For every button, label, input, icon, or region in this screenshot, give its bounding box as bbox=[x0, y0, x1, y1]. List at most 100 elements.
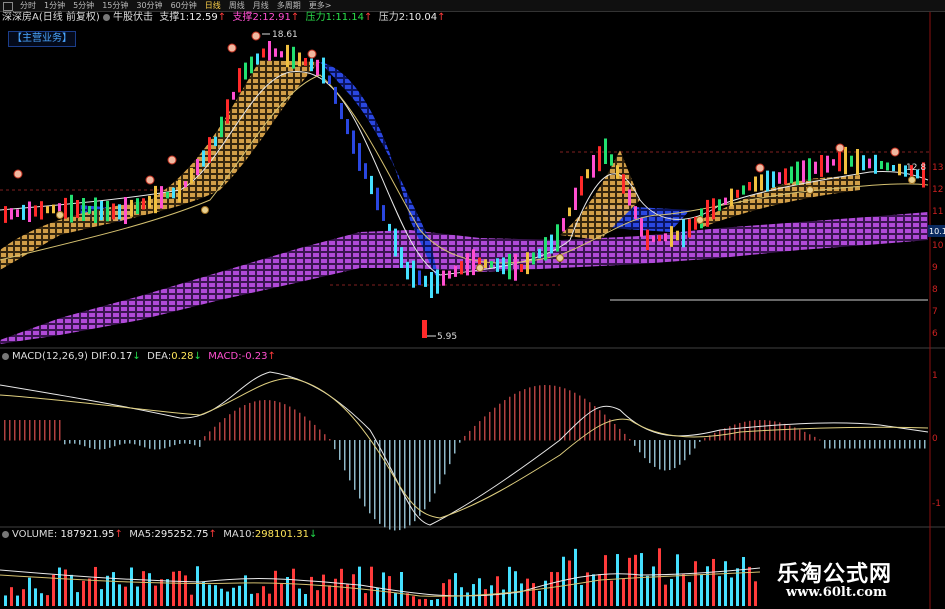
candle bbox=[202, 150, 205, 167]
macd-bar bbox=[234, 410, 236, 441]
volume-bar bbox=[592, 574, 595, 606]
candle bbox=[334, 86, 337, 104]
candle bbox=[802, 160, 805, 183]
candle bbox=[94, 197, 97, 223]
candle bbox=[724, 197, 727, 205]
macd-bar bbox=[839, 440, 841, 449]
macd-bar bbox=[179, 440, 181, 444]
candle bbox=[796, 161, 799, 185]
signal-marker-icon bbox=[835, 143, 845, 153]
macd-bar bbox=[834, 440, 836, 449]
dif-arrow-icon: ↓ bbox=[132, 351, 141, 362]
macd-bar bbox=[549, 385, 551, 441]
candle bbox=[118, 204, 121, 220]
macd-bar bbox=[589, 402, 591, 441]
volume-bar bbox=[550, 571, 553, 606]
macd-bar bbox=[669, 440, 671, 471]
macd-bar bbox=[679, 440, 681, 465]
macd-bar bbox=[654, 440, 656, 467]
macd-y-tick: -1 bbox=[932, 499, 941, 509]
candle bbox=[472, 249, 475, 276]
macd-bar bbox=[844, 440, 846, 449]
volume-bar bbox=[598, 574, 601, 606]
macd-bar bbox=[14, 420, 16, 441]
volume-dot-icon[interactable] bbox=[2, 531, 9, 538]
candle bbox=[424, 275, 427, 287]
volume-title[interactable]: VOLUME: bbox=[12, 529, 57, 540]
candle bbox=[484, 259, 487, 269]
macd-bar bbox=[814, 436, 816, 441]
macd-bar bbox=[424, 440, 426, 510]
macd-arrow-icon: ↑ bbox=[267, 351, 276, 362]
candle bbox=[124, 197, 127, 224]
volume-bar bbox=[196, 566, 199, 606]
signal-marker-icon bbox=[13, 169, 23, 179]
macd-bar bbox=[209, 431, 211, 441]
macd-title[interactable]: MACD(12,26,9) bbox=[12, 351, 88, 362]
macd-bar bbox=[484, 416, 486, 441]
candle bbox=[430, 272, 433, 298]
macd-bar bbox=[59, 420, 61, 441]
volume-bar bbox=[754, 581, 757, 606]
macd-bar bbox=[529, 387, 531, 441]
macd-bar bbox=[829, 440, 831, 449]
candle bbox=[28, 201, 31, 222]
volume-bar bbox=[304, 594, 307, 606]
macd-bar bbox=[464, 435, 466, 441]
macd-bar bbox=[279, 402, 281, 441]
volume-bar bbox=[82, 580, 85, 606]
volume-bar bbox=[676, 554, 679, 606]
volume-bar bbox=[106, 575, 109, 606]
candle bbox=[454, 265, 457, 277]
candle bbox=[220, 116, 223, 138]
candle bbox=[388, 223, 391, 231]
volume-bar bbox=[490, 585, 493, 606]
gold-ribbon-band bbox=[0, 60, 320, 270]
candle bbox=[346, 119, 349, 135]
macd-bar bbox=[284, 404, 286, 441]
volume-bar bbox=[418, 599, 421, 606]
macd-bar bbox=[509, 396, 511, 441]
volume-bar bbox=[454, 573, 457, 606]
volume-bar bbox=[514, 571, 517, 606]
candle bbox=[586, 169, 589, 179]
candle bbox=[82, 198, 85, 221]
y-tick: 10 bbox=[932, 241, 944, 251]
candle bbox=[622, 174, 625, 194]
candle bbox=[418, 270, 421, 286]
macd-bar bbox=[544, 385, 546, 441]
volume-bar bbox=[352, 574, 355, 606]
volume-bar bbox=[58, 567, 61, 606]
candle bbox=[160, 186, 163, 209]
volume-bar bbox=[76, 592, 79, 606]
macd-dot-icon[interactable] bbox=[2, 353, 9, 360]
signal-marker-icon bbox=[251, 31, 261, 41]
candle bbox=[580, 176, 583, 196]
macd-bar bbox=[644, 440, 646, 459]
macd-bar bbox=[879, 440, 881, 449]
kline-chart-canvas[interactable]: 5.95 18.61 12.8 10.1 13 12 11 10 9 8 7 6… bbox=[0, 0, 945, 609]
candle bbox=[490, 261, 493, 268]
volume-bar bbox=[280, 583, 283, 606]
volume-bar bbox=[742, 556, 745, 606]
volume-bar bbox=[730, 577, 733, 606]
candle bbox=[556, 224, 559, 252]
volume-bar bbox=[502, 589, 505, 606]
candle bbox=[832, 159, 835, 166]
macd-bar bbox=[689, 440, 691, 455]
candle bbox=[442, 270, 445, 286]
macd-bar bbox=[79, 440, 81, 445]
volume-bar bbox=[388, 576, 391, 606]
last-price-label: 12.8 bbox=[906, 163, 926, 173]
macd-bar bbox=[364, 440, 366, 507]
candle bbox=[862, 155, 865, 171]
macd-bar bbox=[514, 393, 516, 441]
volume-bar bbox=[142, 571, 145, 606]
volume-bar bbox=[298, 588, 301, 606]
candle bbox=[328, 75, 331, 85]
candle bbox=[514, 253, 517, 281]
volume-bar bbox=[634, 554, 637, 606]
volume-bar bbox=[712, 558, 715, 606]
macd-bar bbox=[444, 440, 446, 475]
macd-bar bbox=[349, 440, 351, 481]
